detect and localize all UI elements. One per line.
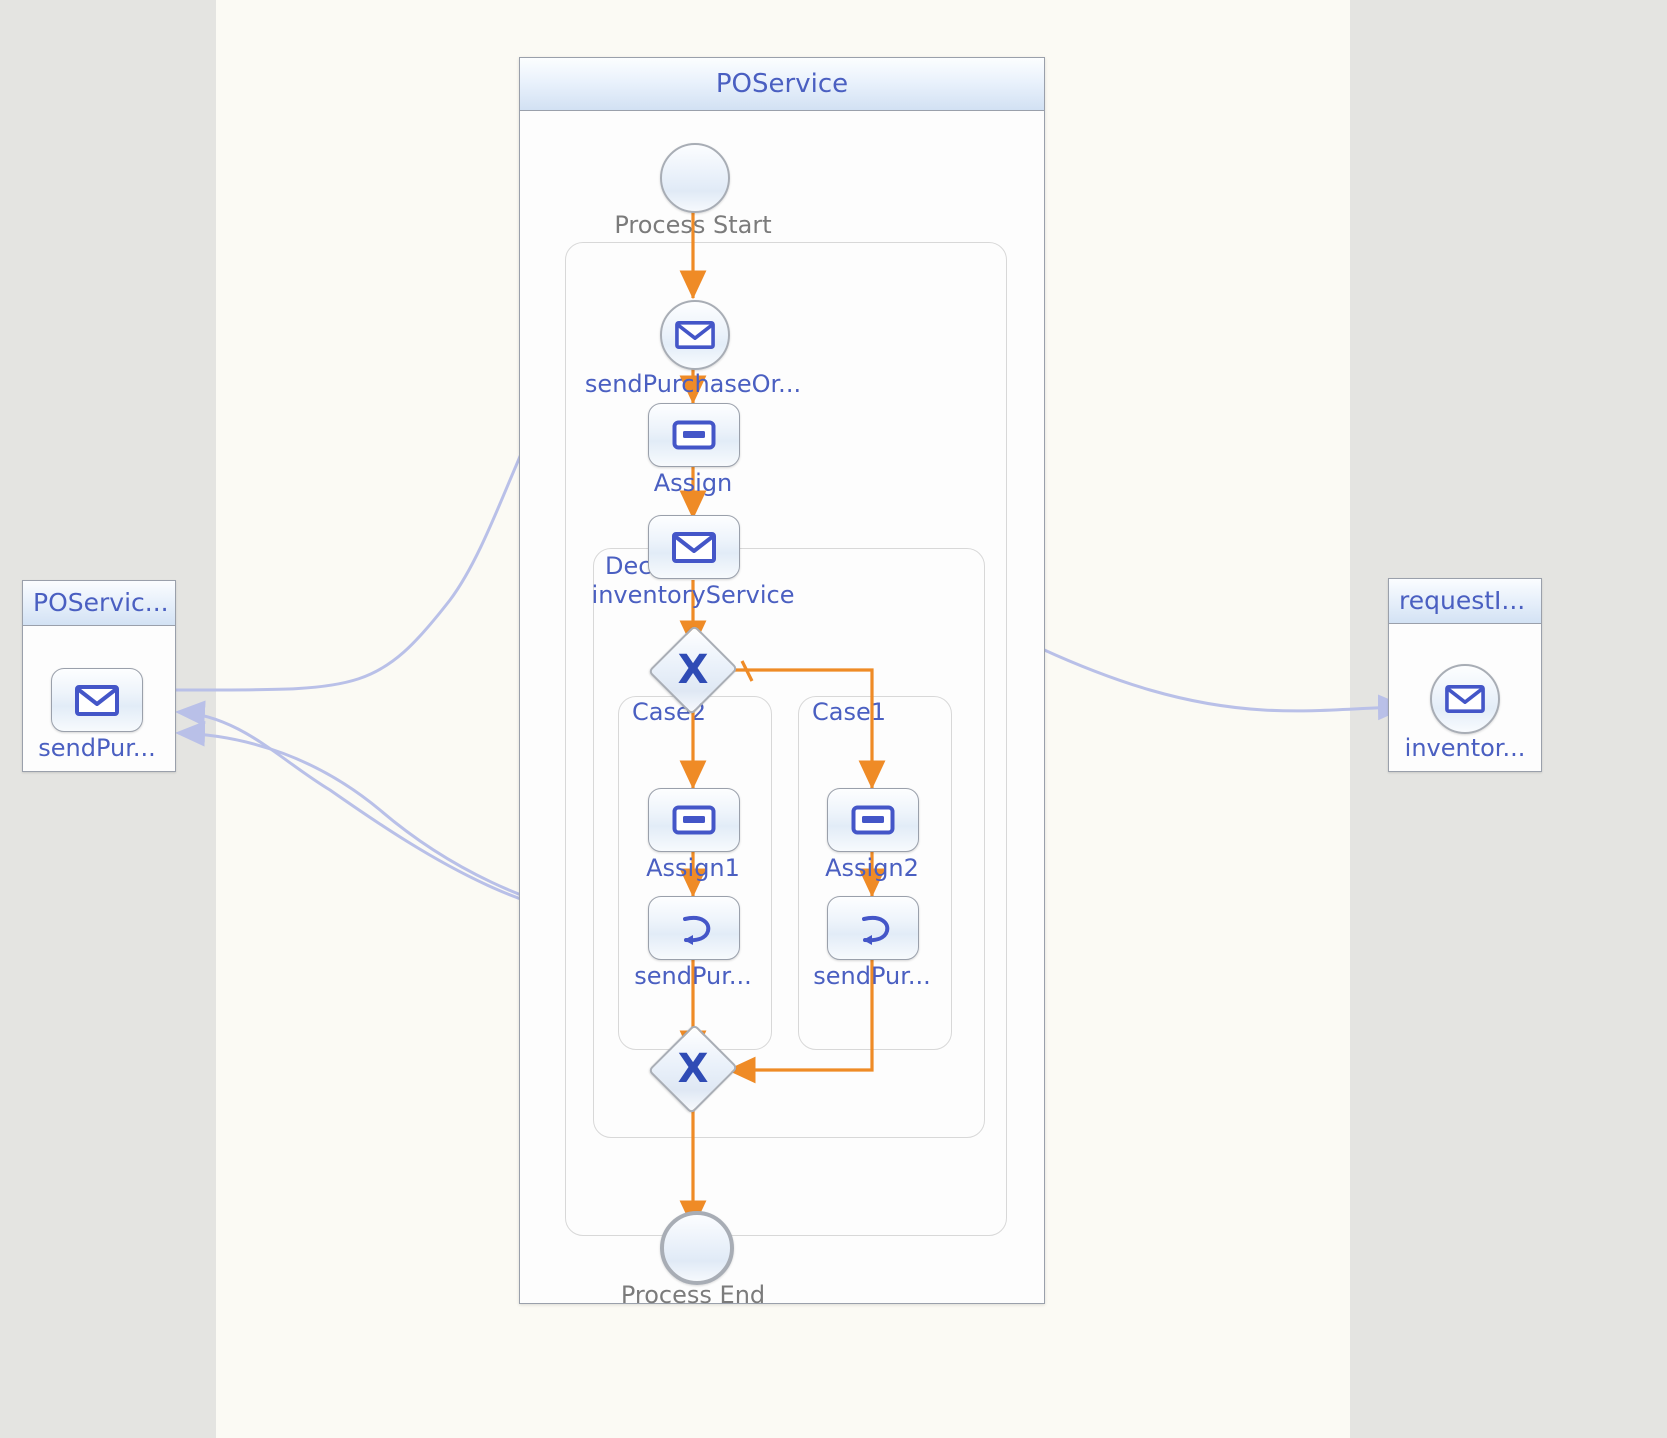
envelope-icon <box>51 668 143 732</box>
gateway-x-label: X <box>677 1046 709 1092</box>
partner-right-node[interactable]: inventor... <box>1405 664 1525 762</box>
node-invoke-inventoryservice[interactable]: inventoryService <box>592 515 794 609</box>
end-event-circle-icon <box>660 1211 734 1285</box>
reply-arrow-icon <box>648 896 740 960</box>
node-receive-label: sendPurchaseOr... <box>584 370 802 398</box>
node-assign[interactable]: Assign <box>648 403 740 497</box>
envelope-icon <box>648 515 740 579</box>
node-assign1-label: Assign1 <box>646 854 740 882</box>
node-invoke-label: inventoryService <box>591 581 795 609</box>
partner-link-requestinventory-panel[interactable]: requestI... inventor... <box>1388 578 1542 772</box>
reply-arrow-icon <box>827 896 919 960</box>
node-reply-case1[interactable]: sendPur... <box>813 896 931 990</box>
poservice-process-container[interactable]: POService Decision Case2 Case1 <box>519 57 1045 1309</box>
gateway-x-label: X <box>677 647 709 693</box>
partner-link-requestinventory-body: inventor... <box>1389 624 1541 771</box>
envelope-icon <box>1430 664 1500 734</box>
assign-box-icon <box>827 788 919 852</box>
node-reply-case2-label: sendPur... <box>634 962 752 990</box>
assign-box-icon <box>648 403 740 467</box>
start-event-circle-icon <box>660 143 730 213</box>
poservice-process-title: POService <box>520 58 1044 111</box>
node-process-end[interactable]: Process End <box>621 1211 765 1309</box>
diagram-canvas: POServic... sendPur... requestI... inven… <box>0 0 1667 1438</box>
partner-left-node-label: sendPur... <box>38 734 156 762</box>
assign-box-icon <box>648 788 740 852</box>
partner-link-poservice-panel[interactable]: POServic... sendPur... <box>22 580 176 772</box>
partner-link-requestinventory-title: requestI... <box>1389 579 1541 624</box>
node-process-end-label: Process End <box>620 1281 766 1309</box>
node-reply-case1-label: sendPur... <box>813 962 931 990</box>
partner-right-node-label: inventor... <box>1404 734 1526 762</box>
partner-left-node[interactable]: sendPur... <box>38 668 156 762</box>
node-assign2-label: Assign2 <box>825 854 919 882</box>
node-process-start-label: Process Start <box>614 211 772 239</box>
node-reply-case2[interactable]: sendPur... <box>634 896 752 990</box>
node-process-start[interactable]: Process Start <box>614 143 772 239</box>
node-decision-gateway[interactable]: X <box>647 624 739 716</box>
partner-link-poservice-body: sendPur... <box>23 626 175 771</box>
node-assign2[interactable]: Assign2 <box>825 788 919 882</box>
node-assign1[interactable]: Assign1 <box>646 788 740 882</box>
partner-link-poservice-title: POServic... <box>23 581 175 626</box>
node-receive-sendpurchaseorder[interactable]: sendPurchaseOr... <box>585 300 801 398</box>
node-assign-label: Assign <box>653 469 733 497</box>
scope-case1-label: Case1 <box>812 698 887 726</box>
node-merge-gateway[interactable]: X <box>647 1023 739 1115</box>
envelope-icon <box>660 300 730 370</box>
